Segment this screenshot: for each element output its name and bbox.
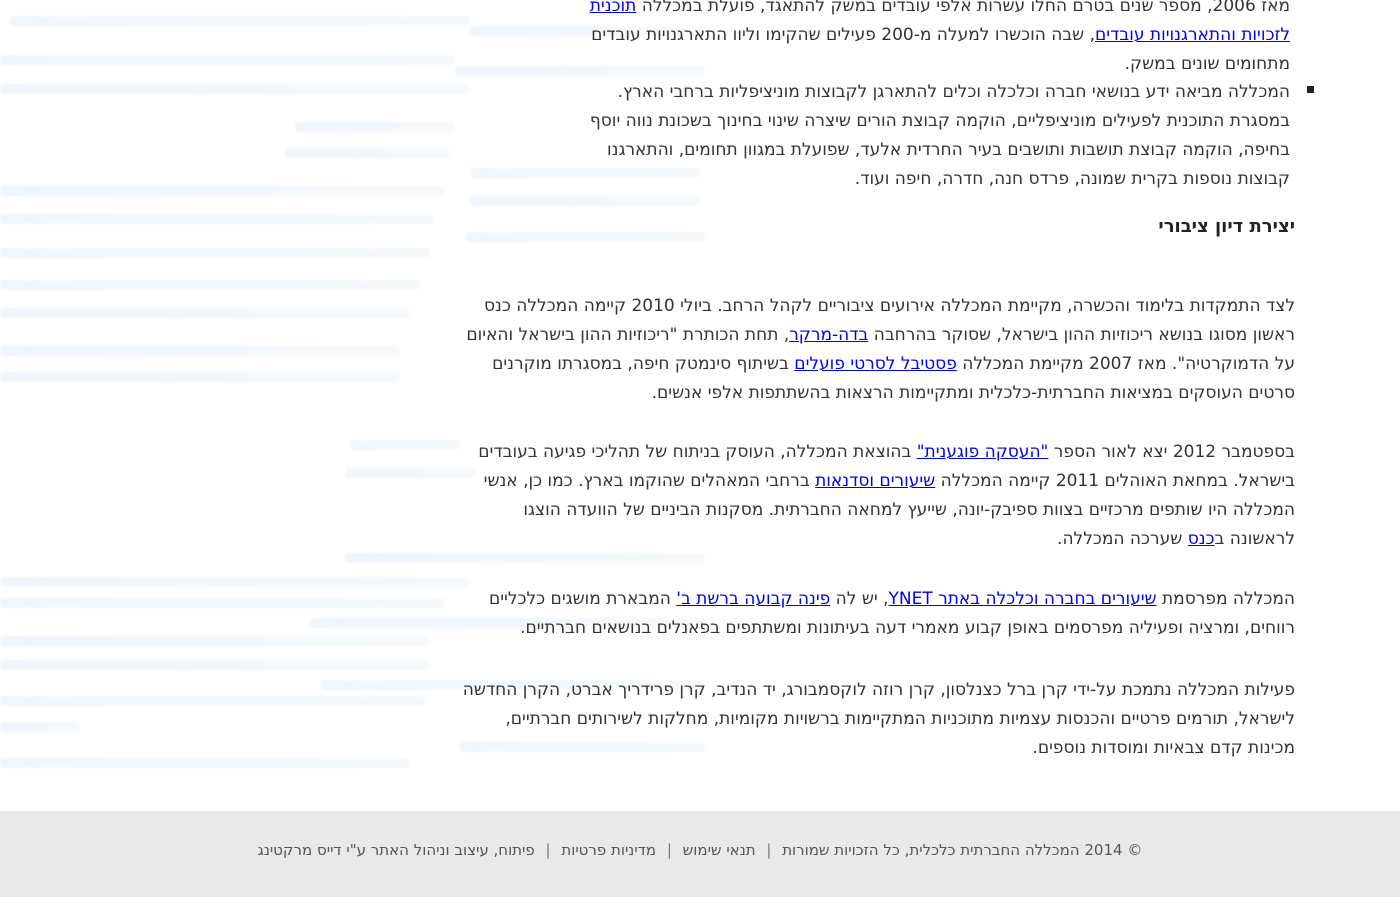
public-discourse-heading: יצירת דיון ציבורי: [1158, 216, 1295, 237]
municipal-bullet-text: המכללה מביאה ידע בנושאי חברה וכלכלה וכלי…: [589, 82, 1290, 189]
municipal-bullet-item: המכללה מביאה ידע בנושאי חברה וכלכלה וכלי…: [565, 78, 1314, 194]
page: מאז 2006, מספר שנים בטרם החלו עשרות אלפי…: [0, 0, 1400, 897]
footer-separator: |: [666, 841, 672, 859]
footer-separator: |: [545, 841, 551, 859]
site-footer: © 2014 המכללה החברתית כלכלית, כל הזכויות…: [0, 811, 1400, 897]
lessons-workshops-link[interactable]: שיעורים וסדנאות: [815, 471, 935, 491]
footer-text: © 2014 המכללה החברתית כלכלית, כל הזכויות…: [0, 841, 1400, 859]
terms-of-use-link[interactable]: תנאי שימוש: [683, 841, 756, 859]
funding-paragraph: פעילות המכללה נתמכת על-ידי קרן ברל כצנלס…: [462, 680, 1295, 758]
reshet-bet-corner-link[interactable]: פינה קבועה ברשת ב': [676, 589, 830, 609]
workers-film-festival-link[interactable]: פסטיבל לסרטי פועלים: [794, 354, 957, 374]
themarker-link[interactable]: בדה-מרקר: [789, 325, 868, 345]
site-credits-link[interactable]: פיתוח, עיצוב וניהול האתר ע"י דייס מרקטינ…: [258, 841, 535, 859]
abusive-employment-book-link[interactable]: "העסקה פוגענית": [917, 442, 1049, 462]
ynet-lessons-link[interactable]: שיעורים בחברה וכלכלה באתר YNET: [888, 589, 1156, 609]
intro-paragraph: מאז 2006, מספר שנים בטרם החלו עשרות אלפי…: [565, 0, 1290, 79]
publication-text-4: שערכה המכללה.: [1057, 529, 1188, 549]
square-bullet-icon: [1307, 86, 1314, 93]
media-text-2: , יש לה: [830, 589, 889, 609]
footer-separator: |: [766, 841, 772, 859]
media-paragraph: המכללה מפרסמת שיעורים בחברה וכלכלה באתר …: [455, 585, 1295, 643]
conference-link[interactable]: כנס: [1188, 529, 1215, 549]
copyright-text: © 2014 המכללה החברתית כלכלית, כל הזכויות…: [782, 841, 1143, 859]
intro-text-start: מאז 2006, מספר שנים בטרם החלו עשרות אלפי…: [636, 0, 1290, 16]
events-paragraph: לצד התמקדות בלימוד והכשרה, מקיימת המכללה…: [455, 292, 1295, 408]
media-text-1: המכללה מפרסמת: [1156, 589, 1295, 609]
privacy-policy-link[interactable]: מדיניות פרטיות: [561, 841, 656, 859]
publication-text-1: בספטמבר 2012 יצא לאור הספר: [1048, 442, 1295, 462]
publication-paragraph: בספטמבר 2012 יצא לאור הספר "העסקה פוגעני…: [455, 438, 1295, 554]
